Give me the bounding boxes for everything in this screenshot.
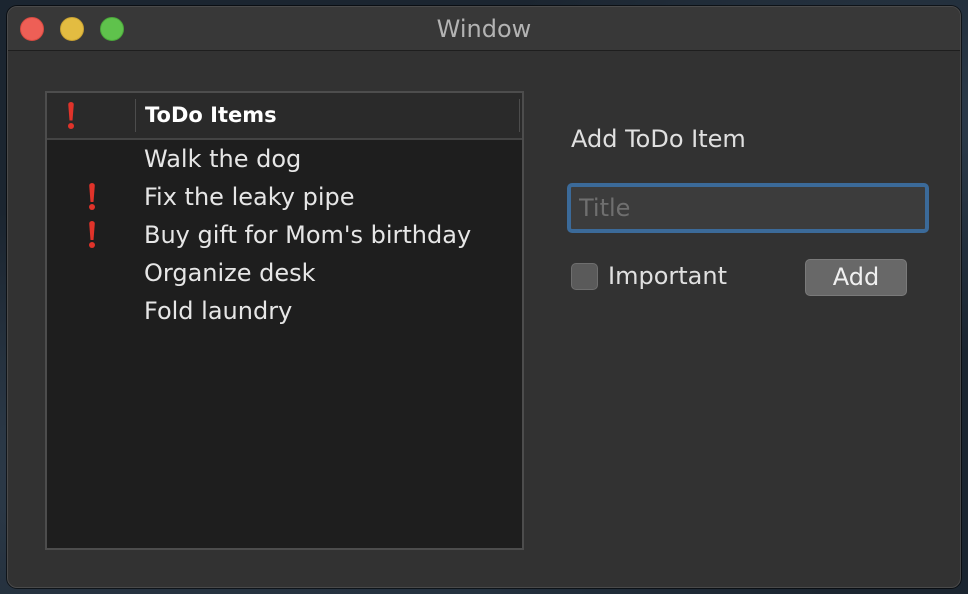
column-header-todo-items[interactable]: ToDo Items xyxy=(145,93,277,138)
add-button[interactable]: Add xyxy=(805,259,907,296)
column-header-important[interactable] xyxy=(47,93,135,138)
important-cell xyxy=(47,254,95,292)
exclamation-icon xyxy=(89,221,95,249)
table-row[interactable]: Buy gift for Mom's birthday xyxy=(47,216,522,254)
important-cell xyxy=(47,140,95,178)
app-window: Window ToDo Items Walk the dog Fix the le… xyxy=(7,6,961,588)
todo-item-label: Fold laundry xyxy=(144,297,293,325)
window-title: Window xyxy=(436,15,532,43)
table-row[interactable]: Fold laundry xyxy=(47,292,522,330)
exclamation-icon xyxy=(68,102,74,130)
form-heading: Add ToDo Item xyxy=(571,125,746,153)
column-divider[interactable] xyxy=(519,99,520,132)
todo-item-label: Buy gift for Mom's birthday xyxy=(144,221,472,249)
important-cell xyxy=(47,292,95,330)
todo-item-label: Organize desk xyxy=(144,259,316,287)
table-row[interactable]: Organize desk xyxy=(47,254,522,292)
important-checkbox-label[interactable]: Important xyxy=(608,260,727,292)
important-cell xyxy=(47,216,95,254)
exclamation-icon xyxy=(89,183,95,211)
column-divider[interactable] xyxy=(135,99,136,132)
important-checkbox[interactable] xyxy=(571,263,598,290)
table-header: ToDo Items xyxy=(47,93,522,140)
important-cell xyxy=(47,178,95,216)
table-body: Walk the dog Fix the leaky pipe Buy gift f… xyxy=(47,140,522,330)
title-bar[interactable]: Window xyxy=(8,7,960,51)
table-row[interactable]: Walk the dog xyxy=(47,140,522,178)
todo-item-label: Fix the leaky pipe xyxy=(144,183,355,211)
todo-item-label: Walk the dog xyxy=(144,145,302,173)
table-row[interactable]: Fix the leaky pipe xyxy=(47,178,522,216)
todo-table[interactable]: ToDo Items Walk the dog Fix the leaky pip… xyxy=(45,91,524,550)
title-input[interactable] xyxy=(567,183,929,233)
